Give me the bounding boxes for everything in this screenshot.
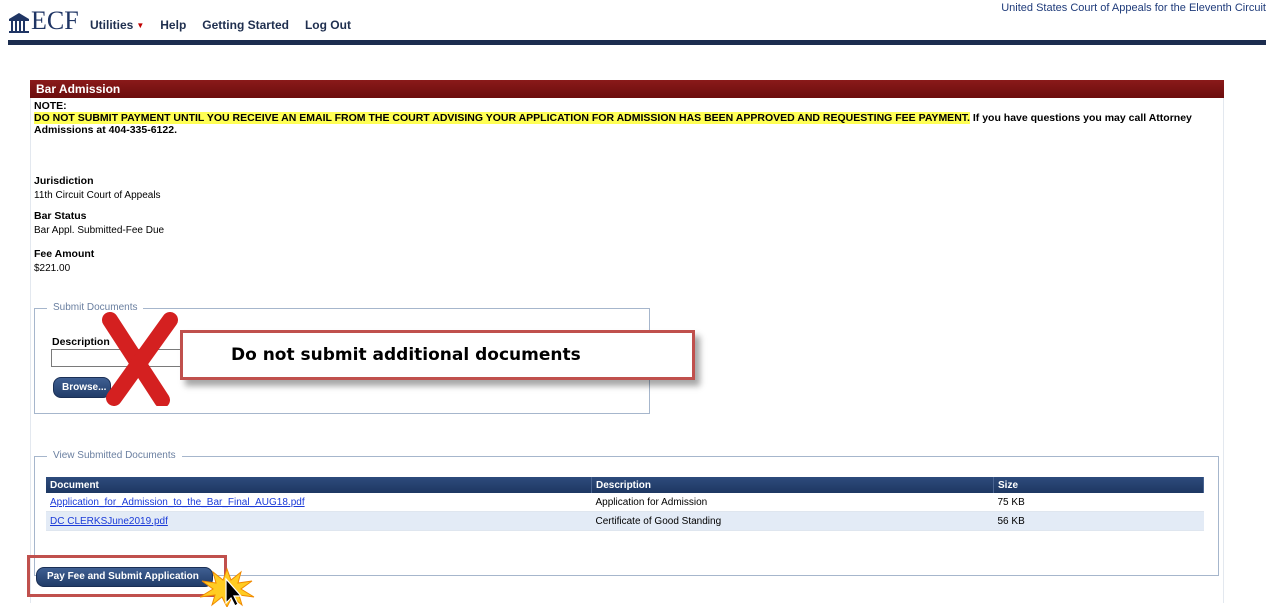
- panel-title: Bar Admission: [30, 80, 1224, 98]
- document-link[interactable]: DC CLERKSJune2019.pdf: [50, 516, 168, 527]
- document-cell: DC CLERKSJune2019.pdf: [46, 511, 592, 531]
- size-cell: 75 KB: [993, 493, 1204, 512]
- column-header-description[interactable]: Description: [591, 477, 994, 493]
- view-documents-legend: View Submitted Documents: [47, 450, 182, 461]
- court-name: United States Court of Appeals for the E…: [1001, 2, 1266, 14]
- main-menu: Utilities ▼ Help Getting Started Log Out: [90, 18, 367, 32]
- size-cell: 56 KB: [993, 511, 1204, 531]
- fee-amount-label: Fee Amount: [34, 248, 95, 260]
- bar-admission-panel: Bar Admission NOTE: DO NOT SUBMIT PAYMEN…: [30, 80, 1224, 603]
- menu-getting-started[interactable]: Getting Started: [202, 18, 289, 32]
- fee-amount-value: $221.00: [34, 263, 71, 274]
- jurisdiction-value: 11th Circuit Court of Appeals: [34, 190, 161, 201]
- menu-log-out[interactable]: Log Out: [305, 18, 351, 32]
- payment-note: NOTE: DO NOT SUBMIT PAYMENT UNTIL YOU RE…: [34, 100, 1214, 136]
- courthouse-icon: [9, 13, 29, 33]
- starburst-click-icon: [199, 567, 255, 607]
- menu-utilities[interactable]: Utilities ▼: [90, 18, 144, 32]
- note-warning-highlight: DO NOT SUBMIT PAYMENT UNTIL YOU RECEIVE …: [34, 112, 970, 124]
- description-cell: Certificate of Good Standing: [591, 511, 994, 531]
- menu-help[interactable]: Help: [160, 18, 186, 32]
- table-header-row: Document Description Size: [46, 477, 1204, 493]
- submitted-documents-table: Document Description Size Application_fo…: [46, 477, 1204, 531]
- document-cell: Application_for_Admission_to_the_Bar_Fin…: [46, 493, 592, 512]
- ecf-logo[interactable]: ECF: [8, 8, 79, 34]
- description-cell: Application for Admission: [591, 493, 994, 512]
- note-label: NOTE:: [34, 100, 67, 112]
- caret-down-icon: ▼: [136, 21, 145, 30]
- table-row: DC CLERKSJune2019.pdf Certificate of Goo…: [46, 511, 1204, 531]
- menu-utilities-label: Utilities: [90, 18, 134, 32]
- column-header-document[interactable]: Document: [46, 477, 592, 493]
- red-x-icon: [102, 312, 178, 406]
- jurisdiction-label: Jurisdiction: [34, 175, 94, 187]
- column-header-size[interactable]: Size: [993, 477, 1204, 493]
- bar-status-label: Bar Status: [34, 210, 87, 222]
- table-row: Application_for_Admission_to_the_Bar_Fin…: [46, 493, 1204, 512]
- do-not-submit-callout: Do not submit additional documents: [180, 330, 695, 380]
- document-link[interactable]: Application_for_Admission_to_the_Bar_Fin…: [50, 497, 305, 508]
- bar-status-value: Bar Appl. Submitted-Fee Due: [34, 225, 165, 236]
- logo-text: ECF: [31, 6, 79, 35]
- top-bar: ECF Utilities ▼ Help Getting Started Log …: [0, 0, 1266, 45]
- nav-divider: [8, 40, 1266, 45]
